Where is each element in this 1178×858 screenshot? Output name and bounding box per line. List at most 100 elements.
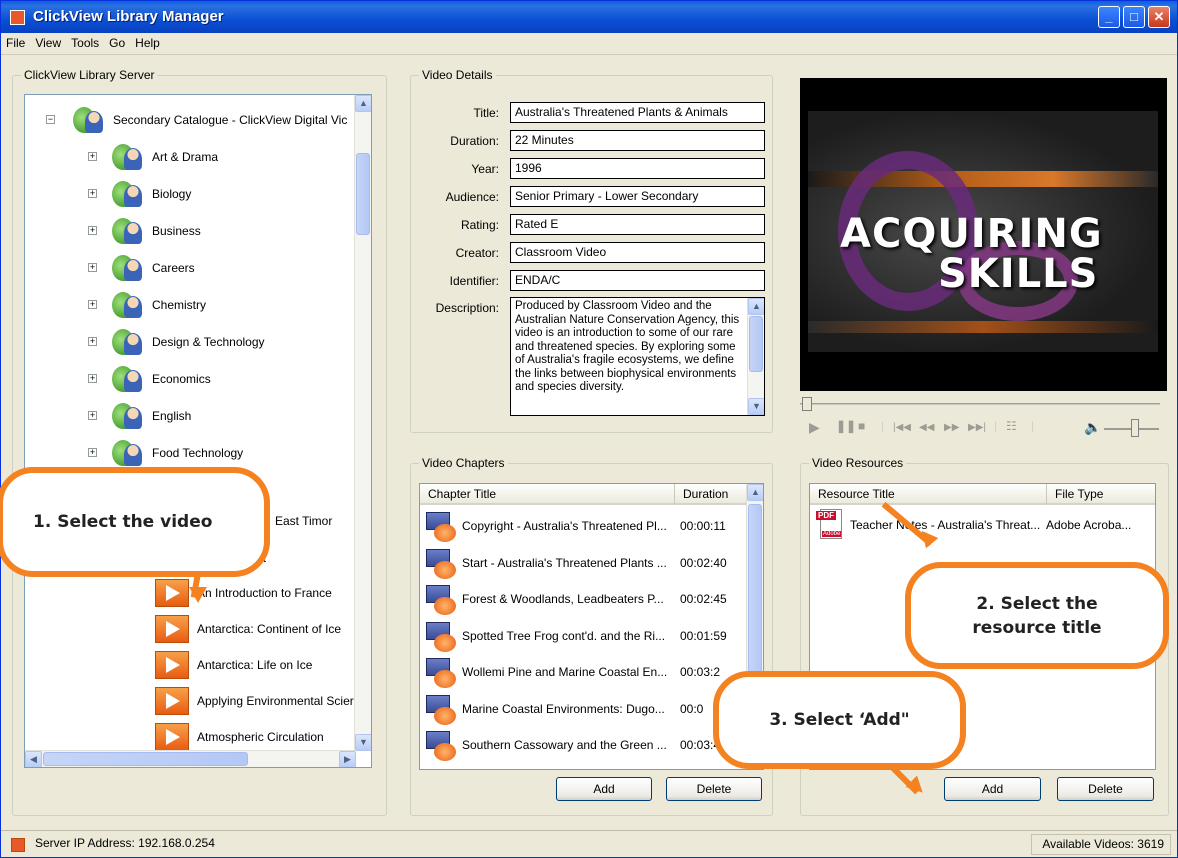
- file-type-header[interactable]: File Type: [1047, 484, 1155, 505]
- scroll-up-button[interactable]: ▲: [748, 298, 764, 315]
- resources-delete-button[interactable]: Delete: [1057, 777, 1154, 801]
- expand-icon[interactable]: +: [88, 189, 97, 198]
- detail-field[interactable]: 22 Minutes: [510, 130, 765, 151]
- skip-forward-icon[interactable]: ▶▶|: [968, 422, 986, 433]
- menu-file[interactable]: File: [1, 33, 30, 53]
- chapter-title-header[interactable]: Chapter Title: [420, 484, 675, 505]
- detail-field[interactable]: Australia's Threatened Plants & Animals: [510, 102, 765, 123]
- chapter-row[interactable]: Southern Cassowary and the Green ... 00:0…: [426, 727, 720, 763]
- scroll-up-button[interactable]: ▲: [355, 95, 371, 112]
- menu-help[interactable]: Help: [130, 33, 165, 53]
- scroll-left-button[interactable]: ◀: [25, 751, 42, 767]
- playlist-icon[interactable]: ☷: [1006, 419, 1017, 433]
- chapter-title: Spotted Tree Frog cont'd. and the Ri...: [462, 628, 666, 643]
- tree-video-label: Atmospheric Circulation: [197, 730, 324, 744]
- resource-row[interactable]: PDF Adobe Teacher Notes - Australia's Th…: [816, 508, 1131, 542]
- seek-bar[interactable]: [800, 397, 1160, 411]
- chapter-icon: [426, 510, 460, 542]
- pause-icon[interactable]: ❚❚: [836, 419, 856, 433]
- expand-icon[interactable]: +: [88, 337, 97, 346]
- resources-add-button[interactable]: Add: [944, 777, 1041, 801]
- chapter-icon: [426, 583, 460, 615]
- tree-category-item[interactable]: Design & Technology: [110, 327, 265, 357]
- tree-category-item[interactable]: Careers: [110, 253, 195, 283]
- tree-category-item[interactable]: Economics: [110, 364, 211, 394]
- volume-handle[interactable]: [1131, 419, 1139, 437]
- play-icon[interactable]: ▶: [809, 419, 820, 436]
- tree-root[interactable]: Secondary Catalogue - ClickView Digital …: [71, 105, 347, 135]
- tree-horizontal-scrollbar[interactable]: ◀ ▶: [25, 750, 356, 767]
- tree-category-item[interactable]: Art & Drama: [110, 142, 218, 172]
- scroll-thumb[interactable]: [749, 316, 763, 372]
- scroll-right-button[interactable]: ▶: [339, 751, 356, 767]
- chapter-title: Southern Cassowary and the Green ...: [462, 738, 667, 752]
- tree-vertical-scrollbar[interactable]: ▲ ▼: [354, 95, 371, 751]
- expand-icon[interactable]: +: [88, 263, 97, 272]
- menu-go[interactable]: Go: [104, 33, 130, 53]
- volume-icon[interactable]: 🔈: [1084, 419, 1101, 436]
- menu-view[interactable]: View: [30, 33, 66, 53]
- tree-video-item[interactable]: Antarctica: Life on Ice: [155, 650, 312, 680]
- chapter-row[interactable]: Spotted Tree Frog cont'd. and the Ri... 0…: [426, 618, 727, 654]
- tree-category-item[interactable]: Food Technology: [110, 438, 243, 468]
- scroll-thumb[interactable]: [356, 153, 370, 235]
- tree-video-item[interactable]: Antarctica: Continent of Ice: [155, 614, 341, 644]
- expand-icon[interactable]: +: [88, 226, 97, 235]
- chapter-row[interactable]: Start - Australia's Threatened Plants ..…: [426, 545, 727, 581]
- callout-step-2: 2. Select the resource title: [905, 562, 1169, 669]
- tree-category-item[interactable]: English: [110, 401, 191, 431]
- rewind-icon[interactable]: ◀◀: [919, 422, 934, 433]
- expand-icon[interactable]: +: [88, 300, 97, 309]
- tree-category-item[interactable]: Biology: [110, 179, 191, 209]
- tree-category-item[interactable]: Business: [110, 216, 201, 246]
- title-bar[interactable]: ClickView Library Manager _ □ ✕: [1, 1, 1177, 33]
- chapter-row[interactable]: Copyright - Australia's Threatened Pl...…: [426, 508, 726, 544]
- video-player[interactable]: ACQUIRING SKILLS: [800, 78, 1167, 391]
- duration-header[interactable]: Duration: [675, 484, 747, 505]
- fast-forward-icon[interactable]: ▶▶: [944, 422, 959, 433]
- library-tree[interactable]: − Secondary Catalogue - ClickView Digita…: [24, 94, 372, 768]
- hscroll-thumb[interactable]: [43, 752, 248, 766]
- chapter-row[interactable]: Marine Coastal Environments: Dugo... 00:0: [426, 691, 703, 727]
- tree-video-item[interactable]: Applying Environmental Scier: [155, 686, 354, 716]
- minimize-button[interactable]: _: [1098, 6, 1120, 28]
- chapter-icon: [426, 693, 460, 725]
- tree-video-label: An Introduction to France: [197, 586, 332, 600]
- tree-video-item[interactable]: Atmospheric Circulation: [155, 722, 324, 752]
- resource-title-header[interactable]: Resource Title: [810, 484, 1047, 505]
- chapter-title: Forest & Woodlands, Leadbeaters P...: [462, 592, 664, 606]
- tree-item-partial[interactable]: East Timor: [275, 506, 332, 536]
- tree-category-item[interactable]: Chemistry: [110, 290, 206, 320]
- tree-video-item[interactable]: An Introduction to France: [155, 578, 332, 608]
- description-field[interactable]: Produced by Classroom Video and the Aust…: [510, 297, 765, 416]
- maximize-button[interactable]: □: [1123, 6, 1145, 28]
- detail-field[interactable]: 1996: [510, 158, 765, 179]
- close-button[interactable]: ✕: [1148, 6, 1170, 28]
- scroll-down-button[interactable]: ▼: [748, 398, 764, 415]
- chapters-add-button[interactable]: Add: [556, 777, 652, 801]
- scroll-up-button[interactable]: ▲: [747, 484, 763, 501]
- detail-field[interactable]: Rated E: [510, 214, 765, 235]
- detail-label: Identifier:: [449, 274, 499, 288]
- collapse-icon[interactable]: −: [46, 115, 55, 124]
- chapter-row[interactable]: Wollemi Pine and Marine Coastal En... 00:…: [426, 654, 720, 690]
- scroll-down-button[interactable]: ▼: [355, 734, 371, 751]
- available-videos: Available Videos: 3619: [1031, 834, 1171, 855]
- expand-icon[interactable]: +: [88, 448, 97, 457]
- expand-icon[interactable]: +: [88, 374, 97, 383]
- skip-back-icon[interactable]: |◀◀: [893, 422, 911, 433]
- chapter-duration: 00:0: [680, 701, 704, 716]
- chapters-delete-button[interactable]: Delete: [666, 777, 762, 801]
- seek-handle[interactable]: [802, 397, 812, 411]
- menu-tools[interactable]: Tools: [66, 33, 104, 53]
- scroll-thumb[interactable]: [748, 504, 762, 674]
- detail-label: Creator:: [455, 246, 499, 260]
- detail-field[interactable]: Classroom Video: [510, 242, 765, 263]
- chapter-row[interactable]: Forest & Woodlands, Leadbeaters P... 00:0…: [426, 581, 727, 617]
- stop-icon[interactable]: ■: [858, 419, 865, 433]
- detail-field[interactable]: ENDA/C: [510, 270, 765, 291]
- expand-icon[interactable]: +: [88, 411, 97, 420]
- detail-field[interactable]: Senior Primary - Lower Secondary: [510, 186, 765, 207]
- description-scrollbar[interactable]: ▲ ▼: [747, 298, 764, 415]
- expand-icon[interactable]: +: [88, 152, 97, 161]
